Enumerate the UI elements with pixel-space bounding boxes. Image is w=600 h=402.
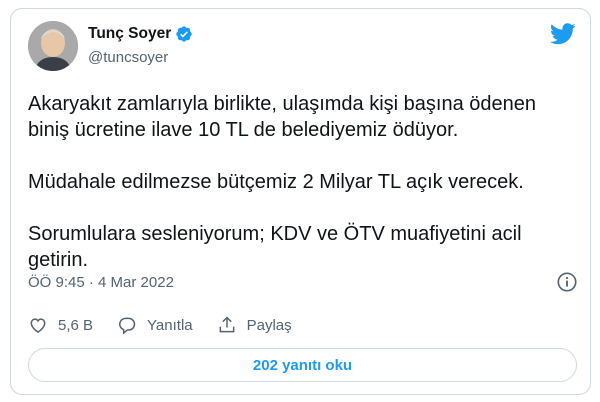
share-label: Paylaş [246, 316, 292, 334]
share-icon [219, 316, 235, 333]
tweet-timestamp[interactable]: ÖÖ 9:45 · 4 Mar 2022 [28, 274, 174, 291]
like-count: 5,6 B [58, 316, 94, 334]
info-icon[interactable] [556, 271, 578, 293]
tweet-paragraph: Akaryakıt zamlarıyla birlikte, ulaşımda … [28, 93, 537, 141]
avatar-image [28, 21, 78, 71]
reply-icon [119, 317, 136, 335]
heart-icon [30, 318, 46, 333]
avatar[interactable] [28, 21, 78, 71]
tweet-text: Akaryakıt zamlarıyla birlikte, ulaşımda … [28, 91, 578, 273]
tweet-paragraph: Sorumlulara sesleniyorum; KDV ve ÖTV mua… [28, 223, 522, 271]
like-button[interactable]: 5,6 B [28, 315, 93, 335]
verified-badge-icon [176, 26, 192, 42]
read-replies-button[interactable]: 202 yanıtı oku [28, 348, 577, 382]
tweet-card: Tunç Soyer @tuncsoyer Akaryakıt zamlarıy… [10, 8, 591, 395]
author-display-name[interactable]: Tunç Soyer [88, 25, 171, 43]
reply-label: Yanıtla [147, 316, 193, 334]
reply-button[interactable]: Yanıtla [117, 315, 193, 335]
tweet-paragraph: Müdahale edilmezse bütçemiz 2 Milyar TL … [28, 171, 524, 193]
share-button[interactable]: Paylaş [217, 315, 292, 335]
tweet-actions: 5,6 B Yanıtla Paylaş [28, 315, 316, 335]
twitter-bird-icon[interactable] [550, 23, 576, 45]
author-handle[interactable]: @tuncsoyer [88, 49, 168, 66]
author-name-row[interactable]: Tunç Soyer [88, 25, 193, 43]
